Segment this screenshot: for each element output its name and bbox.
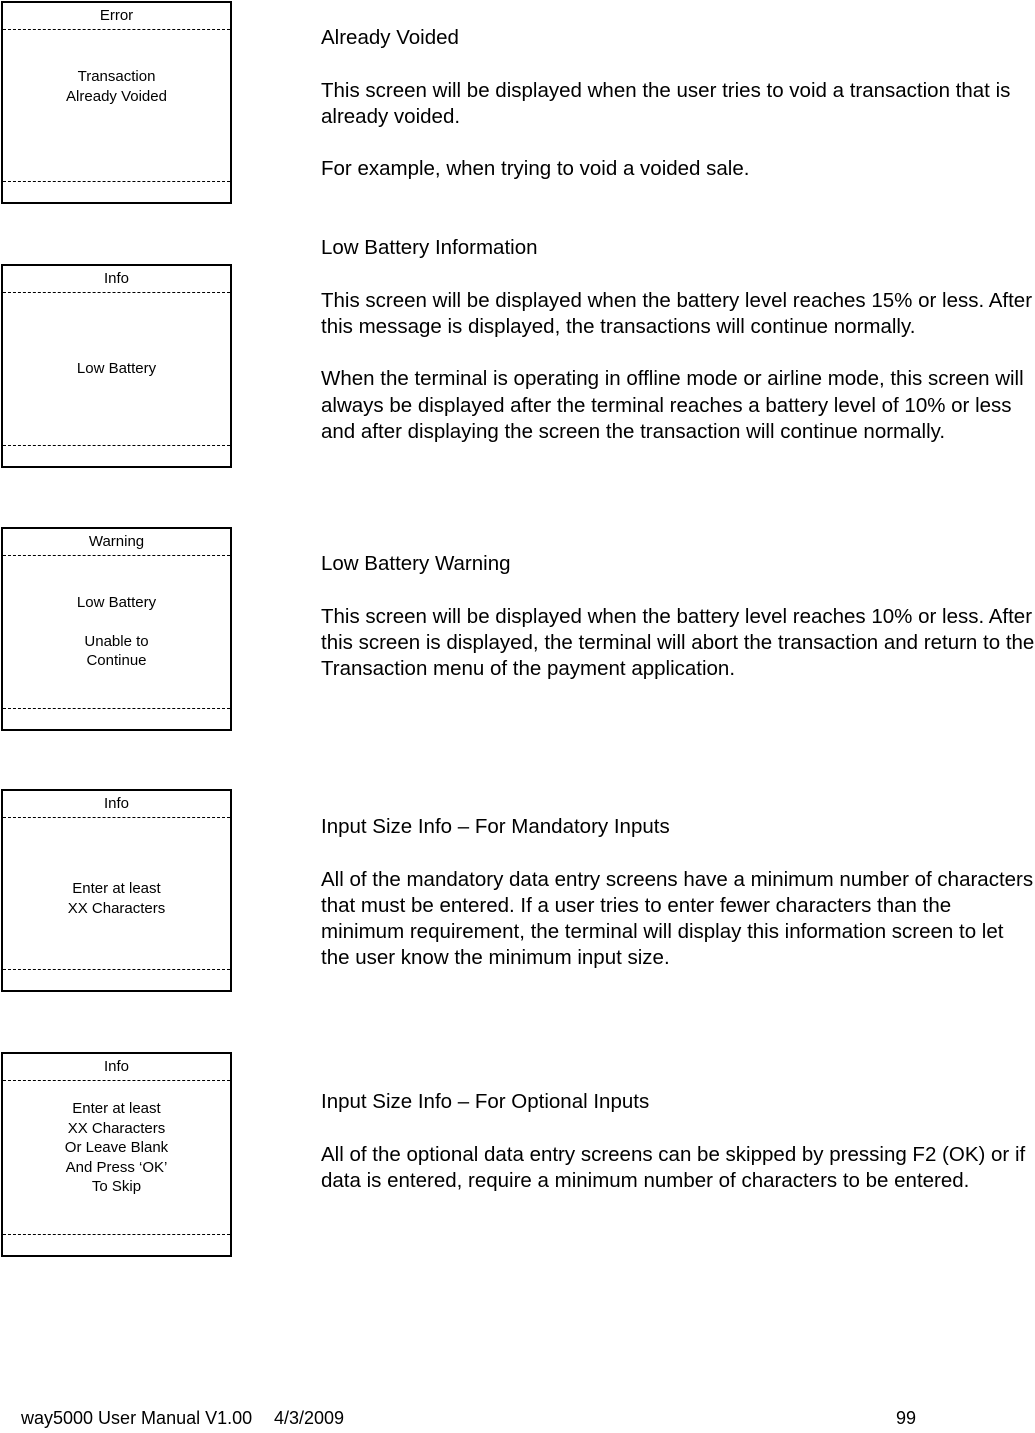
screen-footer xyxy=(3,446,230,466)
screen-header: Info xyxy=(3,1054,230,1081)
screen-body: Enter at least XX Characters Or Leave Bl… xyxy=(3,1081,230,1235)
screen-line: XX Characters xyxy=(67,1119,166,1137)
screen-line: To Skip xyxy=(91,1178,142,1195)
section-title: Low Battery Warning xyxy=(321,552,511,575)
section-paragraph: All of the optional data entry screens c… xyxy=(321,1142,1026,1192)
section-title: Input Size Info – For Mandatory Inputs xyxy=(321,815,670,838)
section-title: Already Voided xyxy=(321,26,459,49)
footer-date: 4/3/2009 xyxy=(274,1408,345,1428)
screen-line: Low Battery xyxy=(76,360,157,378)
screen-footer xyxy=(3,970,230,990)
screen-header: Info xyxy=(3,791,230,818)
footer-page-number: 99 xyxy=(896,1408,917,1428)
section-paragraph: This screen will be displayed when the b… xyxy=(321,288,1033,338)
screen-line: Or Leave Blank xyxy=(64,1139,169,1156)
section-low-battery-information: Low Battery Information This screen will… xyxy=(321,235,1035,445)
screen-mockup-input-size-mandatory: Info Enter at least XX Characters xyxy=(1,789,232,992)
section-paragraph: For example, when trying to void a voide… xyxy=(321,157,750,181)
footer-manual-title: way5000 User Manual V1.00 xyxy=(21,1408,253,1428)
screen-line: Unable to xyxy=(84,632,149,650)
section-title: Low Battery Information xyxy=(321,236,538,259)
screen-body: Low Battery xyxy=(3,293,230,446)
screen-line: Enter at least xyxy=(72,1100,161,1117)
screen-mockup-low-battery-warning: Warning Low Battery Unable to Continue xyxy=(1,527,232,731)
section-already-voided: Already Voided This screen will be displ… xyxy=(321,25,1035,183)
section-paragraph: This screen will be displayed when the b… xyxy=(321,604,1035,681)
screen-line: Continue xyxy=(86,652,147,670)
screen-body: Transaction Already Voided xyxy=(3,30,230,182)
screen-header: Info xyxy=(3,266,230,293)
screen-footer xyxy=(3,1235,230,1255)
screen-body: Enter at least XX Characters xyxy=(3,818,230,970)
screen-line: And Press ‘OK’ xyxy=(65,1158,168,1176)
section-paragraph: This screen will be displayed when the u… xyxy=(321,78,1011,128)
section-low-battery-warning: Low Battery Warning This screen will be … xyxy=(321,551,1035,682)
section-input-size-mandatory: Input Size Info – For Mandatory Inputs A… xyxy=(321,814,1035,972)
section-title: Input Size Info – For Optional Inputs xyxy=(321,1090,650,1113)
screen-line: Transaction xyxy=(77,68,156,85)
screen-line: XX Characters xyxy=(67,899,166,917)
screen-footer xyxy=(3,182,230,202)
screen-body: Low Battery Unable to Continue xyxy=(3,556,230,709)
screen-mockup-low-battery-info: Info Low Battery xyxy=(1,264,232,468)
section-paragraph: All of the mandatory data entry screens … xyxy=(321,867,1034,970)
screen-line: Low Battery xyxy=(76,594,157,612)
section-paragraph: When the terminal is operating in offlin… xyxy=(321,367,1024,444)
screen-header: Warning xyxy=(3,529,230,556)
screen-header: Error xyxy=(3,3,230,30)
screen-line: Already Voided xyxy=(66,87,167,105)
screen-mockup-input-size-optional: Info Enter at least XX Characters Or Lea… xyxy=(1,1052,232,1257)
section-input-size-optional: Input Size Info – For Optional Inputs Al… xyxy=(321,1089,1035,1194)
screen-mockup-error: Error Transaction Already Voided xyxy=(1,1,232,204)
screen-line: Enter at least xyxy=(72,880,161,897)
screen-footer xyxy=(3,709,230,729)
